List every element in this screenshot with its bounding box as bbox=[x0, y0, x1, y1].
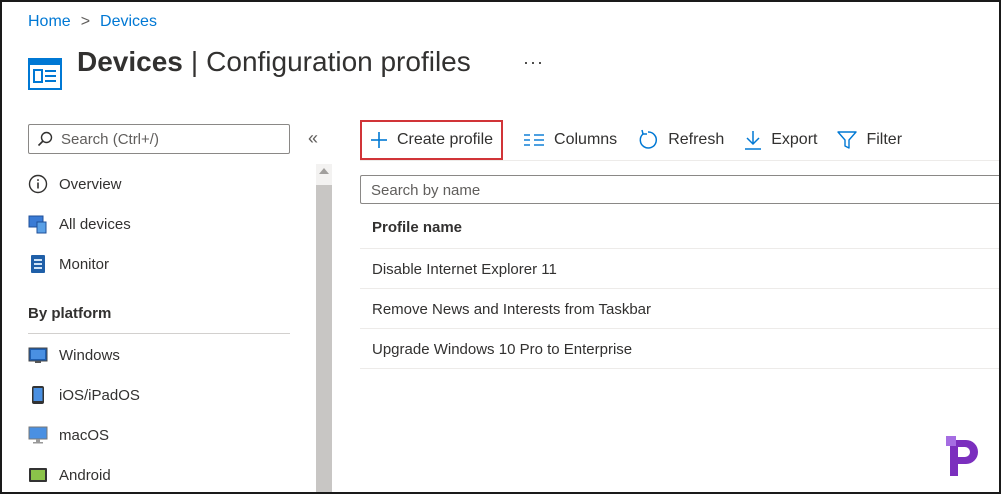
devices-icon bbox=[28, 214, 48, 234]
filter-icon bbox=[837, 130, 858, 150]
collapse-menu-button[interactable]: « bbox=[308, 128, 318, 149]
page-title: Devices | Configuration profiles bbox=[77, 46, 471, 78]
download-icon bbox=[744, 130, 762, 150]
plus-icon bbox=[370, 131, 388, 149]
columns-icon bbox=[523, 133, 545, 147]
nav-item-label: All devices bbox=[59, 215, 131, 233]
breadcrumb: Home > Devices bbox=[28, 13, 157, 31]
nav-item-overview[interactable]: Overview bbox=[28, 172, 122, 196]
nav-item-macos[interactable]: macOS bbox=[28, 423, 109, 447]
configuration-profile-icon bbox=[28, 58, 62, 90]
command-toolbar: Create profile Columns Refresh Export Fi… bbox=[360, 118, 922, 162]
nav-item-label: Overview bbox=[59, 175, 122, 193]
columns-button[interactable]: Columns bbox=[523, 120, 617, 160]
page-title-main: Devices bbox=[77, 46, 183, 77]
row-divider bbox=[360, 368, 1000, 369]
filter-button[interactable]: Filter bbox=[837, 120, 902, 160]
row-divider bbox=[360, 288, 1000, 289]
nav-item-windows[interactable]: Windows bbox=[28, 343, 120, 367]
columns-label: Columns bbox=[554, 131, 618, 148]
refresh-label: Refresh bbox=[668, 131, 725, 148]
nav-search-box[interactable] bbox=[28, 124, 290, 154]
export-button[interactable]: Export bbox=[744, 120, 817, 160]
toolbar-divider bbox=[360, 160, 1000, 161]
page-title-sub: Configuration profiles bbox=[206, 46, 471, 77]
profile-search-box[interactable] bbox=[360, 175, 1000, 205]
search-icon bbox=[37, 131, 53, 147]
header-divider bbox=[360, 248, 1000, 249]
nav-section-by-platform: By platform bbox=[28, 305, 112, 322]
row-divider bbox=[360, 328, 1000, 329]
nav-item-label: iOS/iPadOS bbox=[59, 386, 140, 404]
nav-item-label: Monitor bbox=[59, 255, 110, 273]
table-row[interactable]: Upgrade Windows 10 Pro to Enterprise bbox=[372, 341, 632, 358]
android-icon bbox=[28, 465, 48, 485]
breadcrumb-separator: > bbox=[80, 13, 91, 30]
create-profile-label: Create profile bbox=[397, 131, 494, 148]
nav-item-label: macOS bbox=[59, 426, 110, 444]
nav-divider bbox=[28, 333, 290, 334]
refresh-icon bbox=[637, 129, 659, 151]
monitor-icon bbox=[28, 254, 48, 274]
more-options-button[interactable]: ··· bbox=[523, 52, 544, 73]
filter-label: Filter bbox=[866, 131, 903, 148]
ios-icon bbox=[28, 385, 48, 405]
macos-icon bbox=[28, 425, 48, 445]
column-header-profile-name[interactable]: Profile name bbox=[372, 219, 462, 236]
refresh-button[interactable]: Refresh bbox=[637, 120, 724, 160]
table-row[interactable]: Disable Internet Explorer 11 bbox=[372, 261, 557, 278]
export-label: Export bbox=[771, 131, 818, 148]
nav-item-android[interactable]: Android bbox=[28, 463, 111, 487]
breadcrumb-devices[interactable]: Devices bbox=[100, 13, 157, 31]
scroll-up-arrow-icon[interactable] bbox=[319, 168, 329, 174]
nav-item-label: Windows bbox=[59, 346, 120, 364]
info-icon bbox=[28, 174, 48, 194]
nav-item-label: Android bbox=[59, 466, 111, 484]
brand-logo-icon bbox=[946, 436, 978, 476]
nav-search-input[interactable] bbox=[59, 129, 283, 149]
table-row[interactable]: Remove News and Interests from Taskbar bbox=[372, 301, 651, 318]
breadcrumb-home[interactable]: Home bbox=[28, 13, 71, 31]
nav-item-monitor[interactable]: Monitor bbox=[28, 252, 109, 276]
nav-scrollbar-thumb[interactable] bbox=[316, 185, 332, 494]
profile-search-input[interactable] bbox=[361, 176, 973, 205]
create-profile-button[interactable]: Create profile bbox=[360, 120, 504, 160]
nav-item-ios[interactable]: iOS/iPadOS bbox=[28, 383, 140, 407]
page-title-separator: | bbox=[190, 46, 199, 77]
windows-icon bbox=[28, 345, 48, 365]
nav-item-all-devices[interactable]: All devices bbox=[28, 212, 131, 236]
